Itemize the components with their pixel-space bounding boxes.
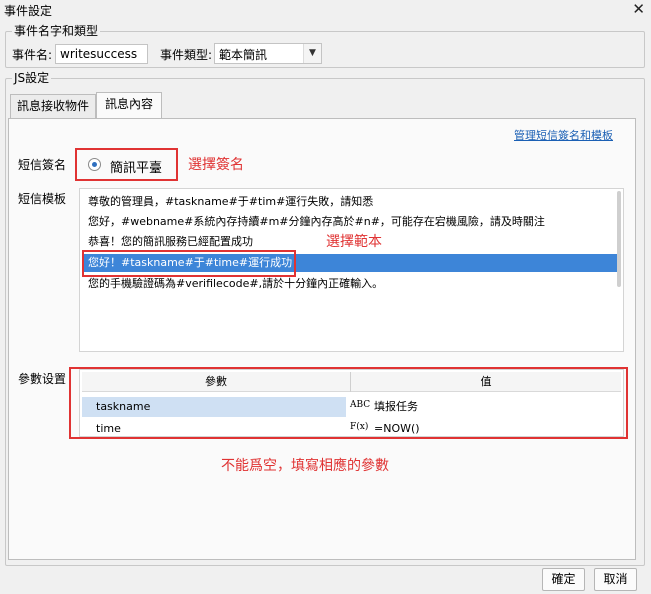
template-item[interactable]: 您好，#webname#系統內存持續#m#分鐘內存高於#n#，可能存在宕機風險，… — [84, 213, 621, 231]
params-header-param: 參數 — [82, 372, 350, 392]
template-item-selected[interactable]: 您好！#taskname#于#time#運行成功 — [84, 254, 621, 272]
template-item[interactable]: 您的手機驗證碼為#verifilecode#,請於十分鐘內正確輸入。 — [84, 275, 621, 293]
event-name-label: 事件名: — [12, 48, 53, 62]
ok-button[interactable]: 確定 — [542, 568, 585, 591]
chevron-down-icon[interactable]: ▼ — [303, 44, 321, 63]
param-value-taskname[interactable]: 填报任务 — [368, 397, 618, 417]
template-label: 短信模板 — [18, 192, 67, 206]
template-list-scrollbar[interactable] — [617, 191, 621, 287]
tab-receivers[interactable]: 訊息接收物件 — [10, 94, 96, 118]
param-value-time[interactable]: =NOW() — [368, 419, 618, 439]
event-type-value: 範本簡訊 — [219, 48, 268, 62]
close-icon[interactable]: ✕ — [632, 0, 645, 18]
annotation-select-template: 選擇範本 — [326, 234, 382, 250]
param-name-taskname: taskname — [82, 397, 346, 417]
template-item[interactable]: 尊敬的管理員，#taskname#于#tim#運行失敗，請知悉 — [84, 193, 621, 211]
signature-radio[interactable] — [88, 158, 101, 171]
param-name-time: time — [96, 422, 121, 435]
signature-label: 短信簽名 — [18, 158, 67, 172]
manage-templates-link[interactable]: 管理短信簽名和模板 — [514, 127, 613, 143]
params-label: 參數设置 — [18, 372, 67, 386]
js-settings-legend: JS設定 — [12, 71, 52, 85]
cancel-button[interactable]: 取消 — [594, 568, 637, 591]
params-header-value: 值 — [351, 372, 621, 392]
annotation-select-signature: 選擇簽名 — [188, 157, 244, 173]
annotation-param-note: 不能爲空，填寫相應的參數 — [221, 458, 389, 474]
event-type-select[interactable]: 範本簡訊 ▼ — [214, 43, 322, 64]
params-grid: 參數 值 taskname ABC 填报任务 time F(x) =NOW() — [79, 369, 624, 437]
event-type-label: 事件類型: — [160, 48, 213, 62]
event-group-legend: 事件名字和類型 — [12, 24, 101, 38]
tab-message-content[interactable]: 訊息內容 — [96, 92, 162, 118]
title-bar: 事件設定 ✕ — [0, 0, 651, 20]
template-list[interactable]: 尊敬的管理員，#taskname#于#tim#運行失敗，請知悉 您好，#webn… — [79, 188, 624, 352]
event-name-input[interactable]: writesuccess — [55, 44, 148, 64]
formula-icon[interactable]: F(x) — [350, 423, 368, 432]
window-title: 事件設定 — [4, 4, 53, 18]
signature-option-label[interactable]: 簡訊平臺 — [110, 157, 162, 176]
